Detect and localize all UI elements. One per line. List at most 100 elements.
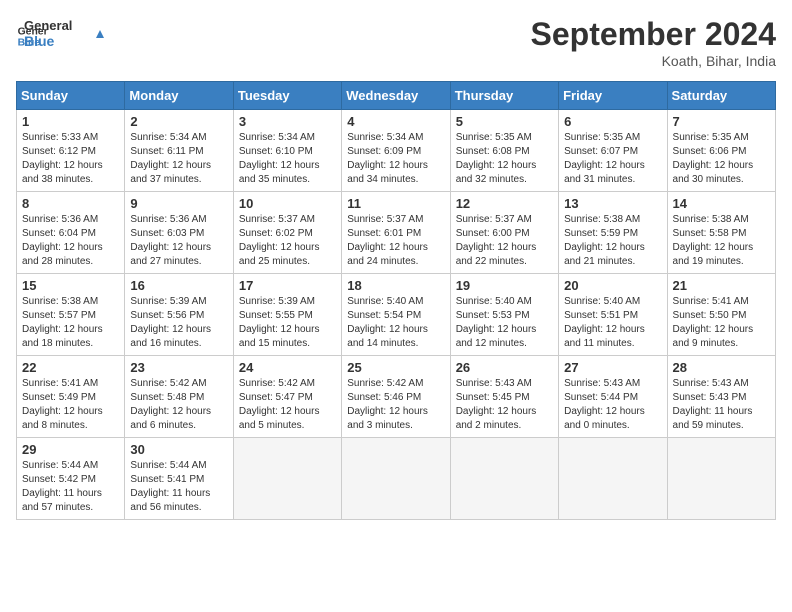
day-cell: 10 Sunrise: 5:37 AM Sunset: 6:02 PM Dayl… (233, 192, 341, 274)
weekday-row: SundayMondayTuesdayWednesdayThursdayFrid… (17, 82, 776, 110)
day-info: Sunrise: 5:35 AM Sunset: 6:06 PM Dayligh… (673, 131, 770, 187)
week-row: 29 Sunrise: 5:44 AM Sunset: 5:42 PM Dayl… (17, 438, 776, 520)
day-cell: 3 Sunrise: 5:34 AM Sunset: 6:10 PM Dayli… (233, 110, 341, 192)
day-number: 16 (130, 278, 227, 293)
day-info: Sunrise: 5:34 AM Sunset: 6:09 PM Dayligh… (347, 131, 444, 187)
day-info: Sunrise: 5:38 AM Sunset: 5:57 PM Dayligh… (22, 295, 119, 351)
day-info: Sunrise: 5:42 AM Sunset: 5:47 PM Dayligh… (239, 377, 336, 433)
day-info: Sunrise: 5:34 AM Sunset: 6:10 PM Dayligh… (239, 131, 336, 187)
day-cell: 12 Sunrise: 5:37 AM Sunset: 6:00 PM Dayl… (450, 192, 558, 274)
day-cell: 13 Sunrise: 5:38 AM Sunset: 5:59 PM Dayl… (559, 192, 667, 274)
day-info: Sunrise: 5:37 AM Sunset: 6:01 PM Dayligh… (347, 213, 444, 269)
day-cell: 6 Sunrise: 5:35 AM Sunset: 6:07 PM Dayli… (559, 110, 667, 192)
day-cell: 26 Sunrise: 5:43 AM Sunset: 5:45 PM Dayl… (450, 356, 558, 438)
day-info: Sunrise: 5:42 AM Sunset: 5:48 PM Dayligh… (130, 377, 227, 433)
logo-svg: General Blue (24, 16, 114, 52)
day-info: Sunrise: 5:38 AM Sunset: 5:58 PM Dayligh… (673, 213, 770, 269)
day-number: 14 (673, 196, 770, 211)
day-number: 2 (130, 114, 227, 129)
day-cell: 29 Sunrise: 5:44 AM Sunset: 5:42 PM Dayl… (17, 438, 125, 520)
day-cell (559, 438, 667, 520)
day-number: 21 (673, 278, 770, 293)
day-cell: 30 Sunrise: 5:44 AM Sunset: 5:41 PM Dayl… (125, 438, 233, 520)
day-cell: 28 Sunrise: 5:43 AM Sunset: 5:43 PM Dayl… (667, 356, 775, 438)
day-number: 17 (239, 278, 336, 293)
day-info: Sunrise: 5:36 AM Sunset: 6:04 PM Dayligh… (22, 213, 119, 269)
day-info: Sunrise: 5:43 AM Sunset: 5:44 PM Dayligh… (564, 377, 661, 433)
day-info: Sunrise: 5:36 AM Sunset: 6:03 PM Dayligh… (130, 213, 227, 269)
logo: General Blue General Blue (16, 16, 114, 57)
day-number: 26 (456, 360, 553, 375)
day-info: Sunrise: 5:40 AM Sunset: 5:54 PM Dayligh… (347, 295, 444, 351)
day-info: Sunrise: 5:43 AM Sunset: 5:43 PM Dayligh… (673, 377, 770, 433)
day-number: 25 (347, 360, 444, 375)
day-cell: 9 Sunrise: 5:36 AM Sunset: 6:03 PM Dayli… (125, 192, 233, 274)
day-cell: 20 Sunrise: 5:40 AM Sunset: 5:51 PM Dayl… (559, 274, 667, 356)
weekday-header: Saturday (667, 82, 775, 110)
day-info: Sunrise: 5:40 AM Sunset: 5:53 PM Dayligh… (456, 295, 553, 351)
week-row: 22 Sunrise: 5:41 AM Sunset: 5:49 PM Dayl… (17, 356, 776, 438)
day-number: 27 (564, 360, 661, 375)
day-info: Sunrise: 5:41 AM Sunset: 5:50 PM Dayligh… (673, 295, 770, 351)
day-number: 12 (456, 196, 553, 211)
weekday-header: Sunday (17, 82, 125, 110)
day-cell: 16 Sunrise: 5:39 AM Sunset: 5:56 PM Dayl… (125, 274, 233, 356)
weekday-header: Thursday (450, 82, 558, 110)
day-number: 20 (564, 278, 661, 293)
svg-text:Blue: Blue (24, 33, 55, 49)
day-number: 18 (347, 278, 444, 293)
day-cell: 11 Sunrise: 5:37 AM Sunset: 6:01 PM Dayl… (342, 192, 450, 274)
day-number: 28 (673, 360, 770, 375)
day-number: 5 (456, 114, 553, 129)
day-number: 19 (456, 278, 553, 293)
day-cell: 2 Sunrise: 5:34 AM Sunset: 6:11 PM Dayli… (125, 110, 233, 192)
day-number: 13 (564, 196, 661, 211)
weekday-header: Friday (559, 82, 667, 110)
day-info: Sunrise: 5:44 AM Sunset: 5:42 PM Dayligh… (22, 459, 119, 515)
day-number: 1 (22, 114, 119, 129)
day-cell: 19 Sunrise: 5:40 AM Sunset: 5:53 PM Dayl… (450, 274, 558, 356)
day-cell: 17 Sunrise: 5:39 AM Sunset: 5:55 PM Dayl… (233, 274, 341, 356)
day-number: 22 (22, 360, 119, 375)
weekday-header: Wednesday (342, 82, 450, 110)
title-block: September 2024 Koath, Bihar, India (531, 16, 776, 69)
location: Koath, Bihar, India (531, 53, 776, 69)
day-number: 24 (239, 360, 336, 375)
day-number: 3 (239, 114, 336, 129)
day-cell (342, 438, 450, 520)
calendar-table: SundayMondayTuesdayWednesdayThursdayFrid… (16, 81, 776, 520)
day-info: Sunrise: 5:39 AM Sunset: 5:55 PM Dayligh… (239, 295, 336, 351)
day-cell: 27 Sunrise: 5:43 AM Sunset: 5:44 PM Dayl… (559, 356, 667, 438)
day-cell (450, 438, 558, 520)
day-info: Sunrise: 5:44 AM Sunset: 5:41 PM Dayligh… (130, 459, 227, 515)
day-cell: 25 Sunrise: 5:42 AM Sunset: 5:46 PM Dayl… (342, 356, 450, 438)
calendar-header: SundayMondayTuesdayWednesdayThursdayFrid… (17, 82, 776, 110)
day-info: Sunrise: 5:39 AM Sunset: 5:56 PM Dayligh… (130, 295, 227, 351)
day-number: 30 (130, 442, 227, 457)
day-number: 9 (130, 196, 227, 211)
day-number: 10 (239, 196, 336, 211)
day-info: Sunrise: 5:35 AM Sunset: 6:08 PM Dayligh… (456, 131, 553, 187)
day-info: Sunrise: 5:43 AM Sunset: 5:45 PM Dayligh… (456, 377, 553, 433)
week-row: 15 Sunrise: 5:38 AM Sunset: 5:57 PM Dayl… (17, 274, 776, 356)
day-info: Sunrise: 5:37 AM Sunset: 6:02 PM Dayligh… (239, 213, 336, 269)
page-header: General Blue General Blue September 2024… (16, 16, 776, 69)
calendar-body: 1 Sunrise: 5:33 AM Sunset: 6:12 PM Dayli… (17, 110, 776, 520)
weekday-header: Monday (125, 82, 233, 110)
day-number: 23 (130, 360, 227, 375)
day-cell: 4 Sunrise: 5:34 AM Sunset: 6:09 PM Dayli… (342, 110, 450, 192)
day-cell: 22 Sunrise: 5:41 AM Sunset: 5:49 PM Dayl… (17, 356, 125, 438)
day-info: Sunrise: 5:34 AM Sunset: 6:11 PM Dayligh… (130, 131, 227, 187)
day-info: Sunrise: 5:38 AM Sunset: 5:59 PM Dayligh… (564, 213, 661, 269)
day-number: 7 (673, 114, 770, 129)
week-row: 8 Sunrise: 5:36 AM Sunset: 6:04 PM Dayli… (17, 192, 776, 274)
day-number: 8 (22, 196, 119, 211)
day-info: Sunrise: 5:37 AM Sunset: 6:00 PM Dayligh… (456, 213, 553, 269)
day-cell: 5 Sunrise: 5:35 AM Sunset: 6:08 PM Dayli… (450, 110, 558, 192)
logo-text: General Blue (24, 16, 114, 57)
day-number: 11 (347, 196, 444, 211)
day-number: 6 (564, 114, 661, 129)
day-cell: 24 Sunrise: 5:42 AM Sunset: 5:47 PM Dayl… (233, 356, 341, 438)
day-number: 4 (347, 114, 444, 129)
day-cell (233, 438, 341, 520)
